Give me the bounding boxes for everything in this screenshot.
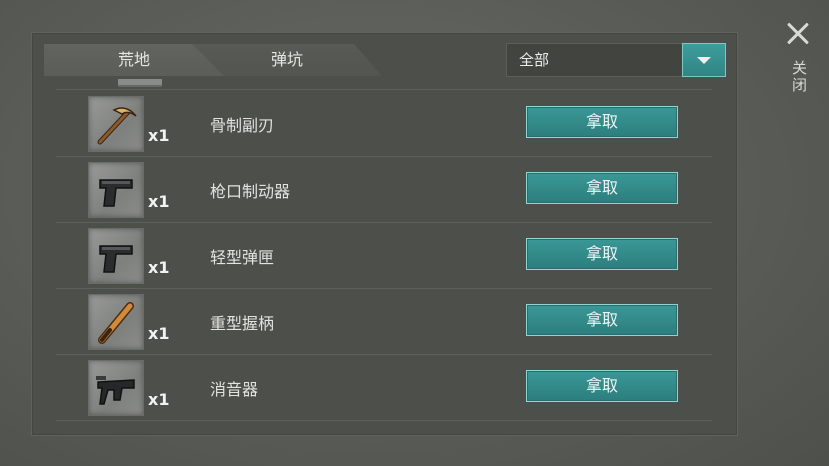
item-quantity: x1	[148, 324, 170, 343]
filter-dropdown[interactable]: 全部	[506, 43, 726, 77]
take-button[interactable]: 拿取	[526, 370, 678, 402]
item-name: 骨制副刃	[210, 116, 275, 135]
pistol-icon	[99, 245, 133, 273]
partial-item-slot	[118, 79, 162, 87]
bat-icon	[98, 302, 134, 344]
item-slot	[88, 228, 144, 284]
list-item: x1 轻型弹匣 拿取	[56, 222, 712, 289]
pickaxe-icon	[97, 107, 137, 145]
item-slot	[88, 162, 144, 218]
take-button[interactable]: 拿取	[526, 238, 678, 270]
chevron-down-icon	[697, 57, 711, 64]
list-item: x1 重型握柄 拿取	[56, 288, 712, 355]
take-button[interactable]: 拿取	[526, 172, 678, 204]
item-list[interactable]: x1 骨制副刃 拿取 x1 枪口制动器 拿取 x1 轻型弹匣 拿取 x1 重型握…	[56, 79, 712, 421]
loot-panel: 荒地 弹坑 全部 x1 骨制副刃 拿取 x1 枪口制动器 拿取 x1 轻型弹匣 …	[31, 32, 738, 436]
filter-selected-value: 全部	[519, 51, 550, 69]
list-item: x1 消音器 拿取	[56, 354, 712, 421]
item-name: 枪口制动器	[210, 182, 291, 201]
item-slot	[88, 360, 144, 416]
list-item: x1 骨制副刃 拿取	[56, 90, 712, 157]
take-button[interactable]: 拿取	[526, 106, 678, 138]
item-slot	[88, 96, 144, 152]
item-name: 消音器	[210, 380, 259, 399]
close-icon[interactable]	[786, 22, 810, 46]
pistol-icon	[99, 179, 133, 207]
item-name: 轻型弹匣	[210, 248, 275, 267]
list-item: x1 枪口制动器 拿取	[56, 156, 712, 223]
dropdown-toggle-button[interactable]	[682, 43, 726, 77]
close-control[interactable]: 关闭	[785, 22, 811, 94]
item-quantity: x1	[148, 192, 170, 211]
smg-icon	[96, 376, 135, 405]
tab-label: 荒地	[117, 50, 150, 69]
item-quantity: x1	[148, 258, 170, 277]
item-name: 重型握柄	[210, 314, 275, 333]
tab-label: 弹坑	[270, 50, 303, 69]
take-button[interactable]: 拿取	[526, 304, 678, 336]
close-label[interactable]: 关闭	[789, 60, 810, 94]
item-slot	[88, 294, 144, 350]
item-quantity: x1	[148, 390, 170, 409]
tab-crater[interactable]: 弹坑	[192, 44, 382, 76]
item-quantity: x1	[148, 126, 170, 145]
